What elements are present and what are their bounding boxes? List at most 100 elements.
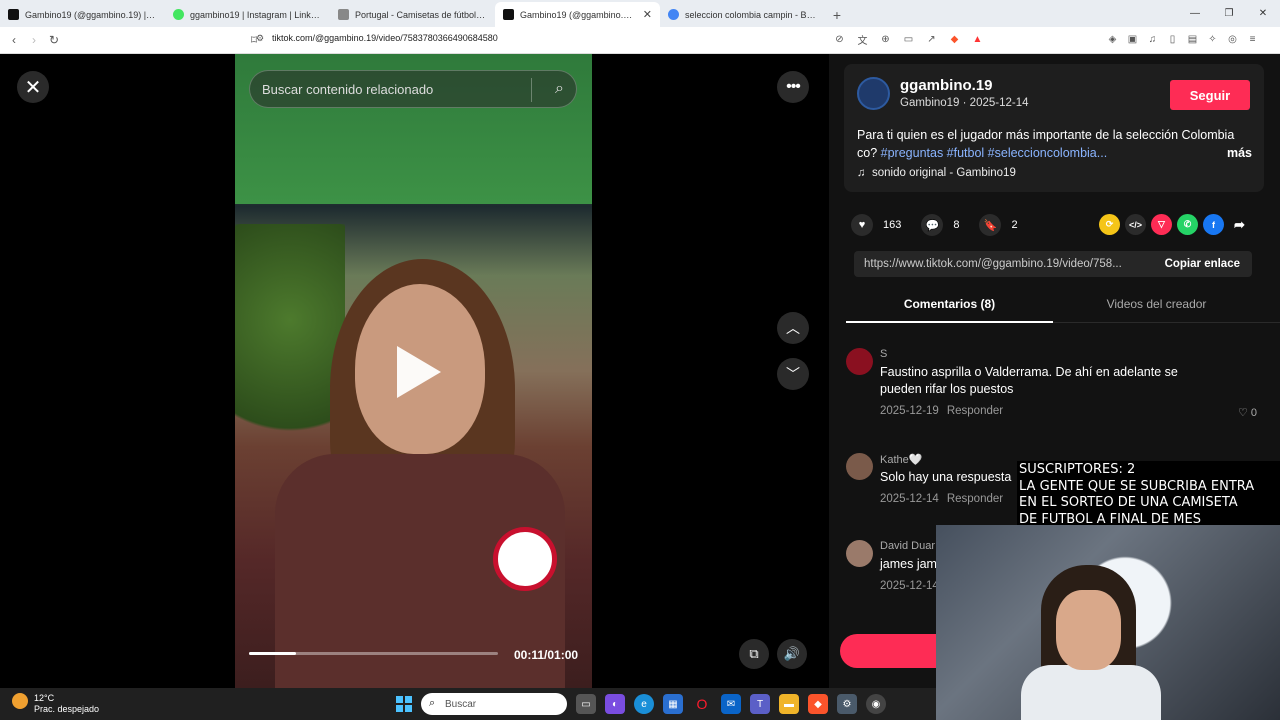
comment-date: 2025-12-14 [880, 493, 939, 505]
tab-title: seleccion colombia campin - Buscar [685, 9, 817, 20]
browser-tab-active[interactable]: Gambino19 (@ggambino.19) | Ti ✕ [495, 2, 660, 27]
close-window-icon[interactable]: ✕ [1246, 0, 1280, 27]
close-tab-icon[interactable]: ✕ [643, 8, 652, 21]
avatar[interactable] [857, 77, 890, 110]
share-options: ⟳ </> ▽ ✆ f ➦ [1099, 214, 1250, 235]
engagement-actions: ♥ 163 💬 8 🔖 2 [851, 214, 1018, 236]
reply-button[interactable]: Responder [947, 493, 1003, 505]
comment-user[interactable]: S [880, 348, 887, 360]
copilot-icon[interactable]: ◐ [605, 694, 625, 714]
settings-icon[interactable]: ⚙ [837, 694, 857, 714]
vpn-icon[interactable]: ◎ [1225, 32, 1240, 47]
share-icon[interactable]: ↗ [924, 32, 939, 47]
no-image-icon[interactable]: ⊘ [832, 32, 847, 47]
video-player[interactable]: Buscar contenido relacionado ⌕ 00:11/01:… [235, 54, 592, 688]
minimize-icon[interactable]: — [1178, 0, 1212, 27]
next-video-button[interactable]: ﹀ [777, 358, 809, 390]
new-tab-button[interactable]: + [825, 2, 849, 27]
copy-link-button[interactable]: Copiar enlace [1165, 258, 1240, 270]
temperature: 12°C [34, 693, 55, 703]
comment-meta: 2025-12-19 Responder [880, 405, 1003, 417]
store-icon[interactable]: ▦ [663, 694, 683, 714]
avatar[interactable] [846, 540, 873, 567]
windows-start-icon[interactable] [396, 696, 412, 712]
weather-text: 12°C Prac. despejado [34, 693, 99, 715]
browser-tab-bar: Gambino19 (@ggambino.19) | TikTok ggambi… [0, 0, 1280, 27]
browser-tab[interactable]: Gambino19 (@ggambino.19) | TikTok [0, 2, 165, 27]
share-arrow-icon[interactable]: ➦ [1229, 214, 1250, 235]
whatsapp-icon[interactable]: ✆ [1177, 214, 1198, 235]
wallet-icon[interactable]: ▤ [1185, 32, 1200, 47]
post-subline: Gambino19 · 2025-12-14 [900, 97, 1029, 109]
related-search-input[interactable]: Buscar contenido relacionado ⌕ [249, 70, 577, 108]
follow-button[interactable]: Seguir [1170, 80, 1250, 110]
sound-link[interactable]: ♫ sonido original - Gambino19 [857, 167, 1016, 179]
volume-button[interactable]: 🔊 [777, 639, 807, 669]
url-text[interactable]: tiktok.com/@ggambino.19/video/7583780366… [272, 33, 498, 43]
comment-action[interactable]: 💬 8 [921, 214, 959, 236]
site-info-icon[interactable]: ⚙ [250, 33, 270, 44]
explorer-icon[interactable]: ▬ [779, 694, 799, 714]
extension-icon[interactable]: ▣ [1125, 32, 1140, 47]
save-action[interactable]: 🔖 2 [979, 214, 1018, 236]
panel-tabs: Comentarios (8) Videos del creador [846, 287, 1280, 323]
play-icon[interactable] [397, 346, 441, 398]
taskbar-search[interactable]: ⌕ Buscar [421, 693, 567, 715]
mail-icon[interactable]: ✉ [721, 694, 741, 714]
browser-tab[interactable]: seleccion colombia campin - Buscar [660, 2, 825, 27]
reload-icon[interactable]: ↻ [44, 33, 64, 47]
repost-icon[interactable]: ⟳ [1099, 214, 1120, 235]
avatar[interactable] [846, 348, 873, 375]
video-progress-bar[interactable] [249, 652, 498, 655]
translate-icon[interactable]: 文 [855, 32, 870, 47]
caption-more-link[interactable]: más [1227, 144, 1252, 162]
embed-icon[interactable]: </> [1125, 214, 1146, 235]
brave-rewards-icon[interactable]: ▲ [970, 32, 985, 47]
close-video-button[interactable]: ✕ [17, 71, 49, 103]
music-icon[interactable]: ♫ [1145, 32, 1160, 47]
like-action[interactable]: ♥ 163 [851, 214, 901, 236]
task-view-icon[interactable]: ▭ [576, 694, 596, 714]
reply-button[interactable]: Responder [947, 405, 1003, 417]
comment-icon: 💬 [921, 214, 944, 236]
comment-user[interactable]: Kathe🤍 [880, 453, 922, 466]
extension-icon[interactable]: ◈ [1105, 32, 1120, 47]
comment-count: 8 [953, 219, 960, 231]
brave-icon[interactable]: ◆ [808, 694, 828, 714]
pip-button[interactable]: ⧉ [739, 639, 769, 669]
webcam-face [1056, 590, 1121, 670]
opera-icon[interactable]: O [692, 694, 712, 714]
bookmark-icon: 🔖 [979, 214, 1002, 236]
browser-tab[interactable]: Portugal - Camisetas de fútbol barat [330, 2, 495, 27]
more-options-button[interactable]: ••• [777, 71, 809, 103]
screenshot-icon[interactable]: ▭ [901, 32, 916, 47]
previous-video-button[interactable]: ︿ [777, 312, 809, 344]
share-link-url[interactable]: https://www.tiktok.com/@ggambino.19/vide… [854, 258, 1146, 270]
forward-icon[interactable]: › [24, 33, 44, 47]
comment-like[interactable]: ♡ 0 [1238, 406, 1257, 419]
zoom-icon[interactable]: ⊕ [878, 32, 893, 47]
teams-icon[interactable]: T [750, 694, 770, 714]
tab-comments[interactable]: Comentarios (8) [846, 297, 1053, 323]
caption-hashtags[interactable]: #preguntas #futbol #seleccioncolombia... [881, 146, 1108, 160]
tab-creator-videos[interactable]: Videos del creador [1053, 297, 1260, 311]
brave-shield-icon[interactable]: ◆ [947, 32, 962, 47]
video-timecode: 00:11/01:00 [514, 648, 579, 662]
weather-widget[interactable]: 12°C Prac. despejado [12, 693, 99, 715]
restore-icon[interactable]: ❐ [1212, 0, 1246, 27]
send-icon[interactable]: ▽ [1151, 214, 1172, 235]
facebook-icon[interactable]: f [1203, 214, 1224, 235]
back-icon[interactable]: ‹ [4, 33, 24, 47]
app-icon[interactable]: ◉ [866, 694, 886, 714]
browser-tab[interactable]: ggambino19 | Instagram | Linktree [165, 2, 330, 27]
comment-user[interactable]: David Duar [880, 540, 935, 552]
heart-outline-icon: ♡ [1238, 407, 1251, 419]
avatar[interactable] [846, 453, 873, 480]
ai-icon[interactable]: ✧ [1205, 32, 1220, 47]
sidebar-icon[interactable]: ▯ [1165, 32, 1180, 47]
video-frame-plant [235, 224, 345, 464]
menu-icon[interactable]: ≡ [1245, 32, 1260, 47]
edge-icon[interactable]: e [634, 694, 654, 714]
username[interactable]: ggambino.19 [900, 77, 993, 94]
search-icon[interactable]: ⌕ [555, 80, 564, 98]
